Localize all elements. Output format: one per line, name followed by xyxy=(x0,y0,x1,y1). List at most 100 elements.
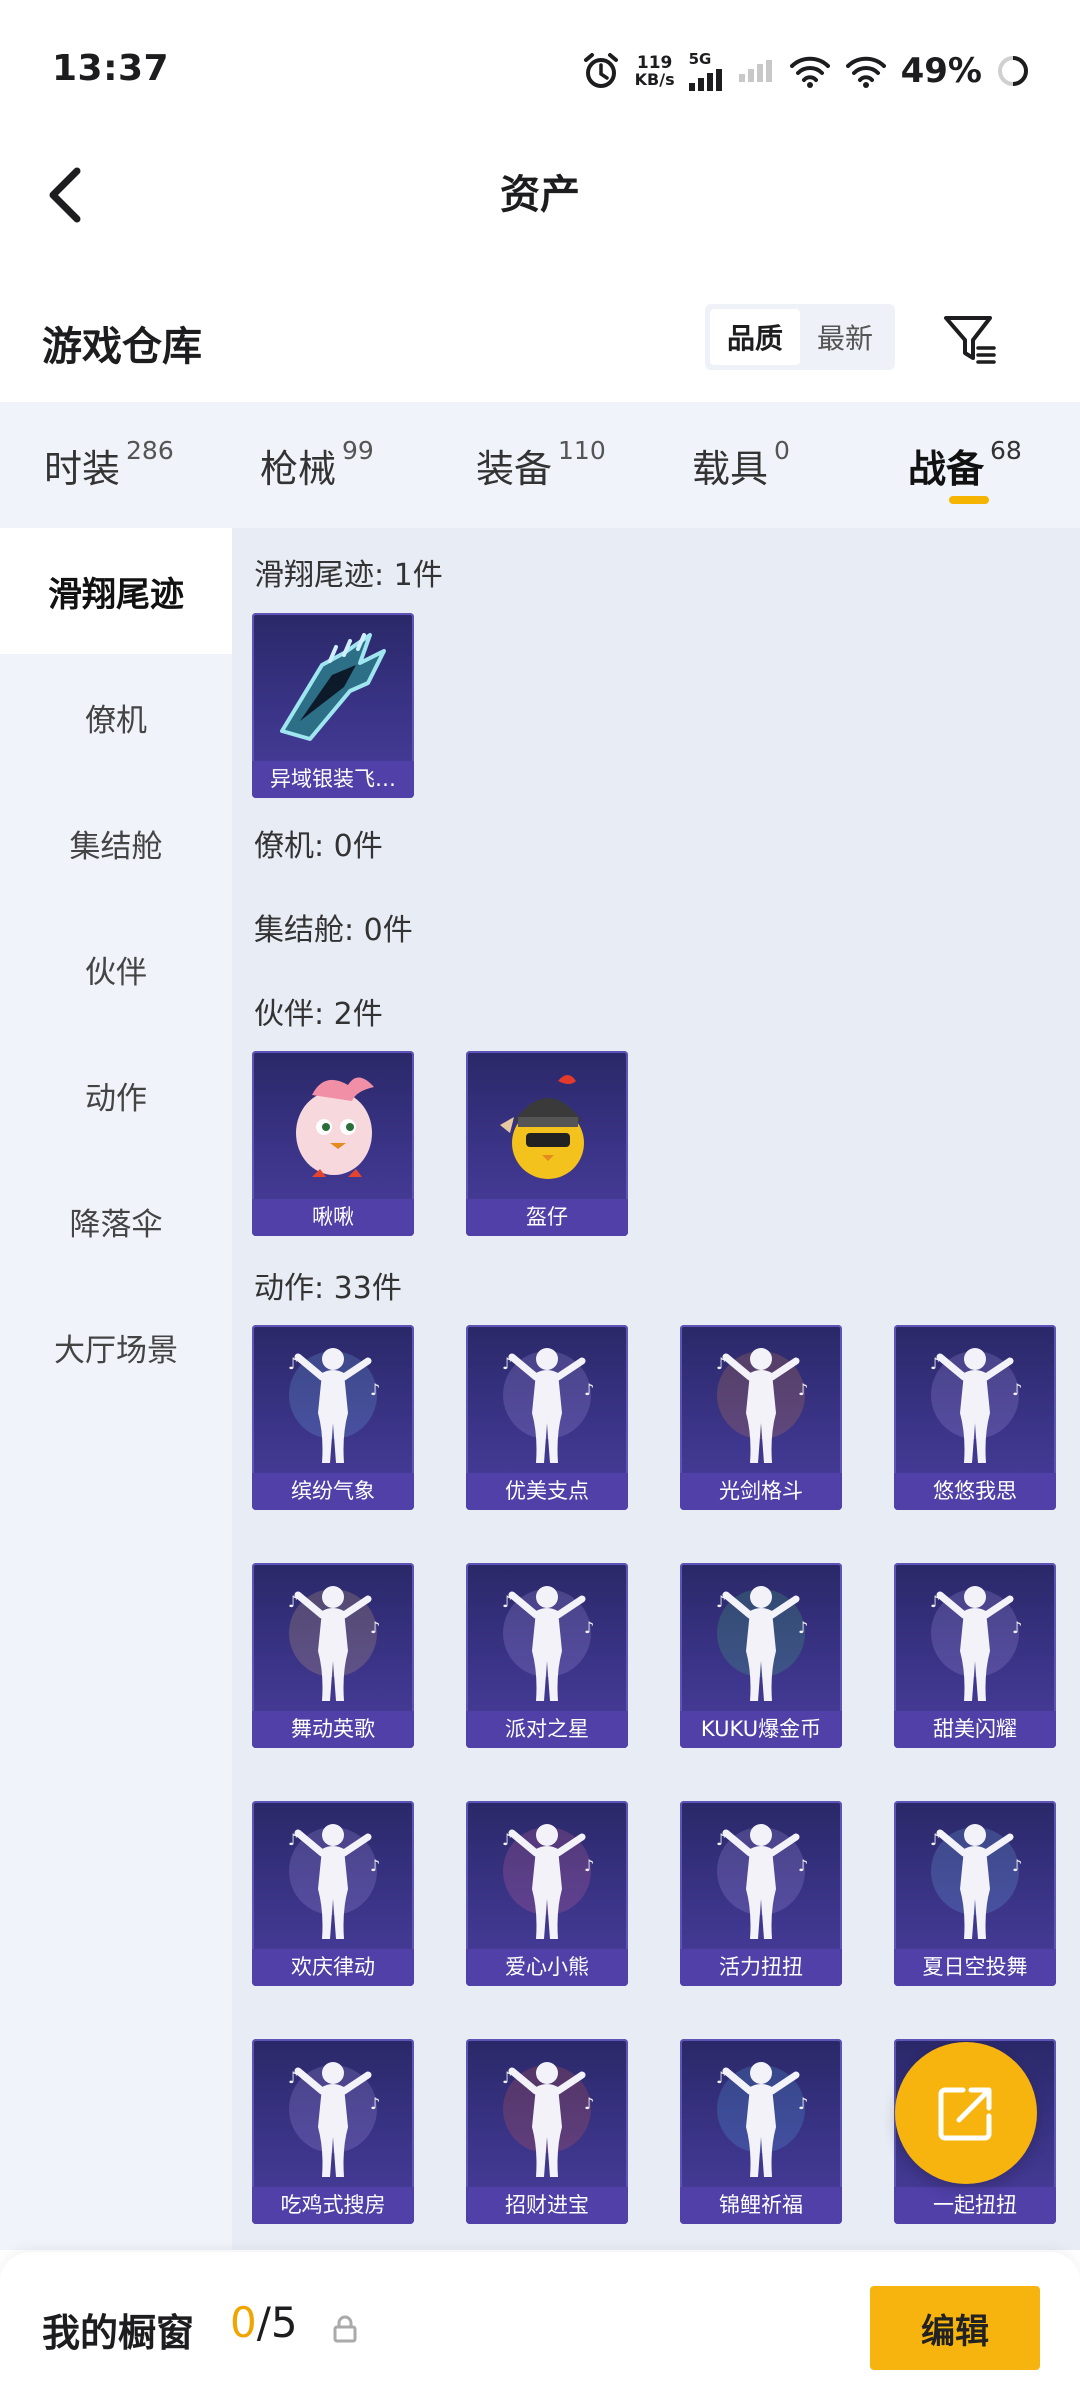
sidebar-item-rally-pod[interactable]: 集结舱 xyxy=(0,780,232,906)
item-name: 夏日空投舞 xyxy=(894,1949,1056,1986)
showcase-title: 我的橱窗 xyxy=(42,2311,195,2355)
sidebar-item-lobby-scene[interactable]: 大厅场景 xyxy=(0,1284,232,1410)
emote-figure-icon: ♪♪ xyxy=(930,1348,1022,1463)
item-card[interactable]: ♪ ♪ 欢庆律动 xyxy=(252,1801,414,1986)
svg-text:♪: ♪ xyxy=(502,1354,512,1373)
emote-figure-icon: ♪♪ xyxy=(716,2062,808,2177)
item-card[interactable]: ♪ ♪ 活力扭扭 xyxy=(680,1801,842,1986)
item-name: 一起扭扭 xyxy=(894,2187,1056,2224)
item-name: 吃鸡式搜房 xyxy=(252,2187,414,2224)
category-tabs: 时装 286 枪械 99 装备 110 载具 0 战备 68 xyxy=(0,402,1080,528)
partner-bird-icon xyxy=(296,1077,374,1177)
emote-figure-icon: ♪♪ xyxy=(716,1824,808,1939)
net-speed: 119 KB/s xyxy=(634,52,675,89)
sidebar-item-glide-trail[interactable]: 滑翔尾迹 xyxy=(0,528,232,654)
emote-figure-icon: ♪♪ xyxy=(502,1824,594,1939)
item-card[interactable]: ♪ ♪ 爱心小熊 xyxy=(466,1801,628,1986)
emote-figure-icon: ♪♪ xyxy=(502,2062,594,2177)
tab-firearms[interactable]: 枪械 99 xyxy=(216,402,432,528)
svg-text:♪: ♪ xyxy=(584,1856,594,1875)
item-card[interactable]: ♪ ♪ 光剑格斗 xyxy=(680,1325,842,1510)
lock-icon xyxy=(333,2315,357,2343)
signal-icon xyxy=(688,68,722,91)
status-icons: 119 KB/s 5G 49% xyxy=(581,46,1030,96)
svg-text:♪: ♪ xyxy=(716,1830,726,1849)
wifi-icon xyxy=(845,56,886,88)
item-name: 啾啾 xyxy=(252,1199,414,1236)
battery-ring-icon xyxy=(998,56,1028,86)
svg-text:♪: ♪ xyxy=(370,1380,380,1399)
battery-percent: 49% xyxy=(900,51,982,91)
item-name: 优美支点 xyxy=(466,1473,628,1510)
emote-figure-icon: ♪♪ xyxy=(930,1824,1022,1939)
sidebar-item-partner[interactable]: 伙伴 xyxy=(0,906,232,1032)
emote-figure-icon: ♪♪ xyxy=(502,1348,594,1463)
svg-text:♪: ♪ xyxy=(798,1618,808,1637)
svg-text:♪: ♪ xyxy=(584,2094,594,2113)
header: 资产 xyxy=(0,140,1080,300)
svg-text:♪: ♪ xyxy=(716,1592,726,1611)
item-name: 悠悠我思 xyxy=(894,1473,1056,1510)
emote-figure-icon: ♪♪ xyxy=(502,1586,594,1701)
tab-vehicles[interactable]: 载具 0 xyxy=(648,402,864,528)
item-name: 派对之星 xyxy=(466,1711,628,1748)
svg-text:♪: ♪ xyxy=(716,2068,726,2087)
filter-icon[interactable] xyxy=(940,310,1000,370)
item-name: 招财进宝 xyxy=(466,2187,628,2224)
item-card[interactable]: ♪ ♪ 夏日空投舞 xyxy=(894,1801,1056,1986)
item-card[interactable]: 盔仔 xyxy=(466,1051,628,1236)
emote-figure-icon: ♪♪ xyxy=(288,1586,380,1701)
item-card[interactable]: ♪ ♪ 派对之星 xyxy=(466,1563,628,1748)
showcase-bar: 我的橱窗 0/5 编辑 xyxy=(0,2252,1080,2400)
svg-text:♪: ♪ xyxy=(502,1592,512,1611)
item-card[interactable]: ♪ ♪ 锦鲤祈福 xyxy=(680,2039,842,2224)
svg-text:♪: ♪ xyxy=(370,2094,380,2113)
emote-figure-icon: ♪♪ xyxy=(716,1586,808,1701)
sidebar: 滑翔尾迹 僚机 集结舱 伙伴 动作 降落伞 大厅场景 xyxy=(0,528,232,2250)
item-card[interactable]: ♪ ♪ 悠悠我思 xyxy=(894,1325,1056,1510)
svg-text:♪: ♪ xyxy=(370,1618,380,1637)
share-fab[interactable] xyxy=(895,2042,1037,2184)
partner-helmet-chick-icon xyxy=(500,1075,584,1179)
svg-text:♪: ♪ xyxy=(930,1830,940,1849)
svg-text:♪: ♪ xyxy=(1012,1380,1022,1399)
item-name: 舞动英歌 xyxy=(252,1711,414,1748)
item-card[interactable]: 啾啾 xyxy=(252,1051,414,1236)
section-label-rally-pod: 集结舱: 0件 xyxy=(254,913,413,948)
item-card[interactable]: ♪ ♪ 舞动英歌 xyxy=(252,1563,414,1748)
wifi-plus-icon xyxy=(789,56,830,88)
tab-fashion[interactable]: 时装 286 xyxy=(0,402,216,528)
sort-toggle: 品质 最新 xyxy=(705,304,895,370)
warehouse-header: 游戏仓库 品质 最新 xyxy=(0,290,1080,400)
item-card[interactable]: ♪ ♪ KUKU爆金币 xyxy=(680,1563,842,1748)
item-card[interactable]: ♪ ♪ 招财进宝 xyxy=(466,2039,628,2224)
item-card[interactable]: ♪ ♪ 缤纷气象 xyxy=(252,1325,414,1510)
svg-text:♪: ♪ xyxy=(798,1380,808,1399)
item-name: 活力扭扭 xyxy=(680,1949,842,1986)
emote-figure-icon: ♪♪ xyxy=(288,1824,380,1939)
active-tab-indicator xyxy=(949,496,989,504)
tab-equipment[interactable]: 装备 110 xyxy=(432,402,648,528)
sort-quality[interactable]: 品质 xyxy=(710,309,800,365)
sidebar-item-wingman[interactable]: 僚机 xyxy=(0,654,232,780)
tab-combat-gear[interactable]: 战备 68 xyxy=(864,402,1080,528)
svg-text:♪: ♪ xyxy=(584,1618,594,1637)
emote-figure-icon: ♪♪ xyxy=(288,1348,380,1463)
item-card[interactable]: ♪ ♪ 吃鸡式搜房 xyxy=(252,2039,414,2224)
item-card[interactable]: ♪ ♪ 优美支点 xyxy=(466,1325,628,1510)
emote-figure-icon: ♪♪ xyxy=(288,2062,380,2177)
svg-text:♪: ♪ xyxy=(1012,1618,1022,1637)
signal-5g: 5G xyxy=(688,51,725,91)
edit-button[interactable]: 编辑 xyxy=(870,2286,1040,2370)
sidebar-item-emote[interactable]: 动作 xyxy=(0,1032,232,1158)
sidebar-item-parachute[interactable]: 降落伞 xyxy=(0,1158,232,1284)
svg-text:♪: ♪ xyxy=(288,1830,298,1849)
sort-newest[interactable]: 最新 xyxy=(800,309,890,365)
item-name: 锦鲤祈福 xyxy=(680,2187,842,2224)
glide-trail-icon xyxy=(280,633,386,741)
item-card[interactable]: ♪ ♪ 甜美闪耀 xyxy=(894,1563,1056,1748)
item-card[interactable]: 异域银装飞… xyxy=(252,613,414,798)
item-name: 盔仔 xyxy=(466,1199,628,1236)
item-name: 光剑格斗 xyxy=(680,1473,842,1510)
svg-text:♪: ♪ xyxy=(798,2094,808,2113)
